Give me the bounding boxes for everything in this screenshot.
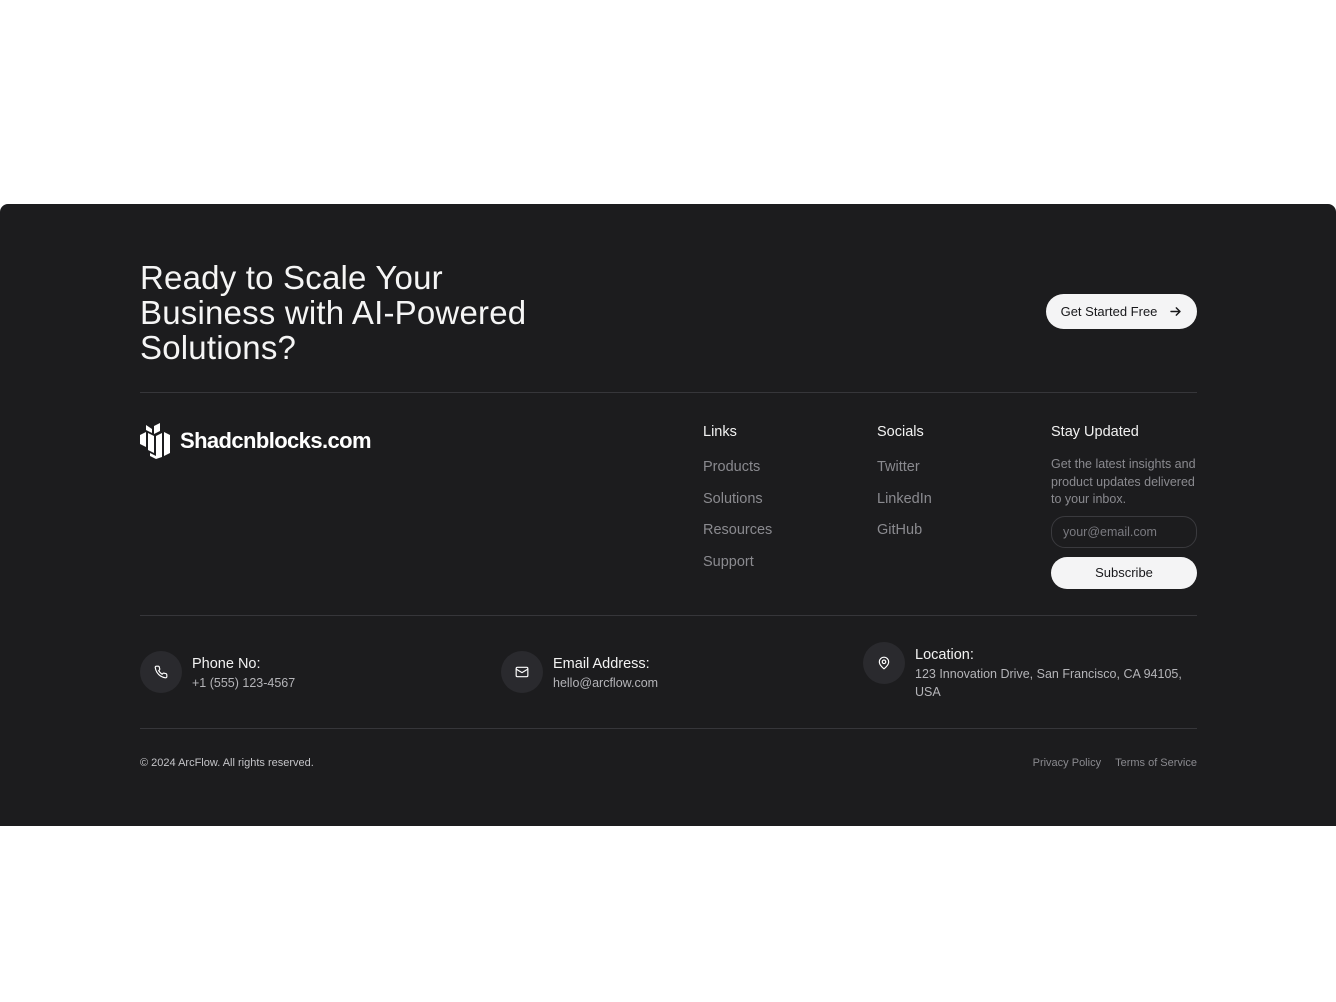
link-support[interactable]: Support bbox=[703, 553, 772, 585]
link-resources[interactable]: Resources bbox=[703, 521, 772, 553]
email-value[interactable]: hello@arcflow.com bbox=[553, 675, 658, 693]
divider-middle bbox=[140, 615, 1197, 616]
phone-icon bbox=[140, 651, 182, 693]
phone-label: Phone No: bbox=[192, 656, 261, 672]
contact-location: Location: 123 Innovation Drive, San Fran… bbox=[863, 642, 1195, 701]
contact-phone: Phone No: +1 (555) 123-4567 bbox=[140, 651, 295, 693]
site-footer: Ready to Scale Your Business with AI-Pow… bbox=[0, 204, 1336, 826]
email-input[interactable] bbox=[1051, 515, 1197, 548]
link-solutions[interactable]: Solutions bbox=[703, 490, 772, 522]
socials-title: Socials bbox=[877, 424, 924, 440]
cta-headline: Ready to Scale Your Business with AI-Pow… bbox=[140, 259, 527, 366]
shadcnblocks-logo-icon bbox=[140, 423, 170, 459]
newsletter-column: Stay Updated Get the latest insights and… bbox=[1051, 423, 1197, 589]
arrow-right-icon bbox=[1170, 307, 1182, 316]
email-label: Email Address: bbox=[553, 656, 650, 672]
subscribe-button[interactable]: Subscribe bbox=[1051, 556, 1197, 589]
copyright: © 2024 ArcFlow. All rights reserved. bbox=[140, 757, 314, 769]
socials-column: Socials Twitter LinkedIn GitHub bbox=[877, 423, 932, 553]
social-twitter[interactable]: Twitter bbox=[877, 458, 932, 490]
links-column: Links Products Solutions Resources Suppo… bbox=[703, 423, 772, 584]
social-github[interactable]: GitHub bbox=[877, 521, 932, 553]
get-started-label: Get Started Free bbox=[1060, 304, 1158, 319]
links-title: Links bbox=[703, 424, 737, 440]
map-pin-icon bbox=[863, 642, 905, 684]
contact-email: Email Address: hello@arcflow.com bbox=[501, 651, 658, 693]
social-linkedin[interactable]: LinkedIn bbox=[877, 490, 932, 522]
cta-section: Ready to Scale Your Business with AI-Pow… bbox=[140, 260, 1197, 392]
get-started-button[interactable]: Get Started Free bbox=[1046, 294, 1197, 329]
divider-bottom bbox=[140, 728, 1197, 729]
terms-of-service-link[interactable]: Terms of Service bbox=[1115, 757, 1197, 769]
newsletter-description: Get the latest insights and product upda… bbox=[1051, 457, 1196, 506]
location-value: 123 Innovation Drive, San Francisco, CA … bbox=[915, 667, 1182, 699]
brand-name: Shadcnblocks.com bbox=[180, 428, 372, 453]
legal-links: Privacy Policy Terms of Service bbox=[1033, 757, 1197, 769]
newsletter-title: Stay Updated bbox=[1051, 424, 1139, 440]
mail-icon bbox=[501, 651, 543, 693]
phone-value[interactable]: +1 (555) 123-4567 bbox=[192, 675, 295, 693]
brand-logo[interactable]: Shadcnblocks.com bbox=[140, 423, 372, 459]
divider-top bbox=[140, 392, 1197, 393]
link-products[interactable]: Products bbox=[703, 458, 772, 490]
privacy-policy-link[interactable]: Privacy Policy bbox=[1033, 757, 1101, 769]
location-label: Location: bbox=[915, 647, 974, 663]
